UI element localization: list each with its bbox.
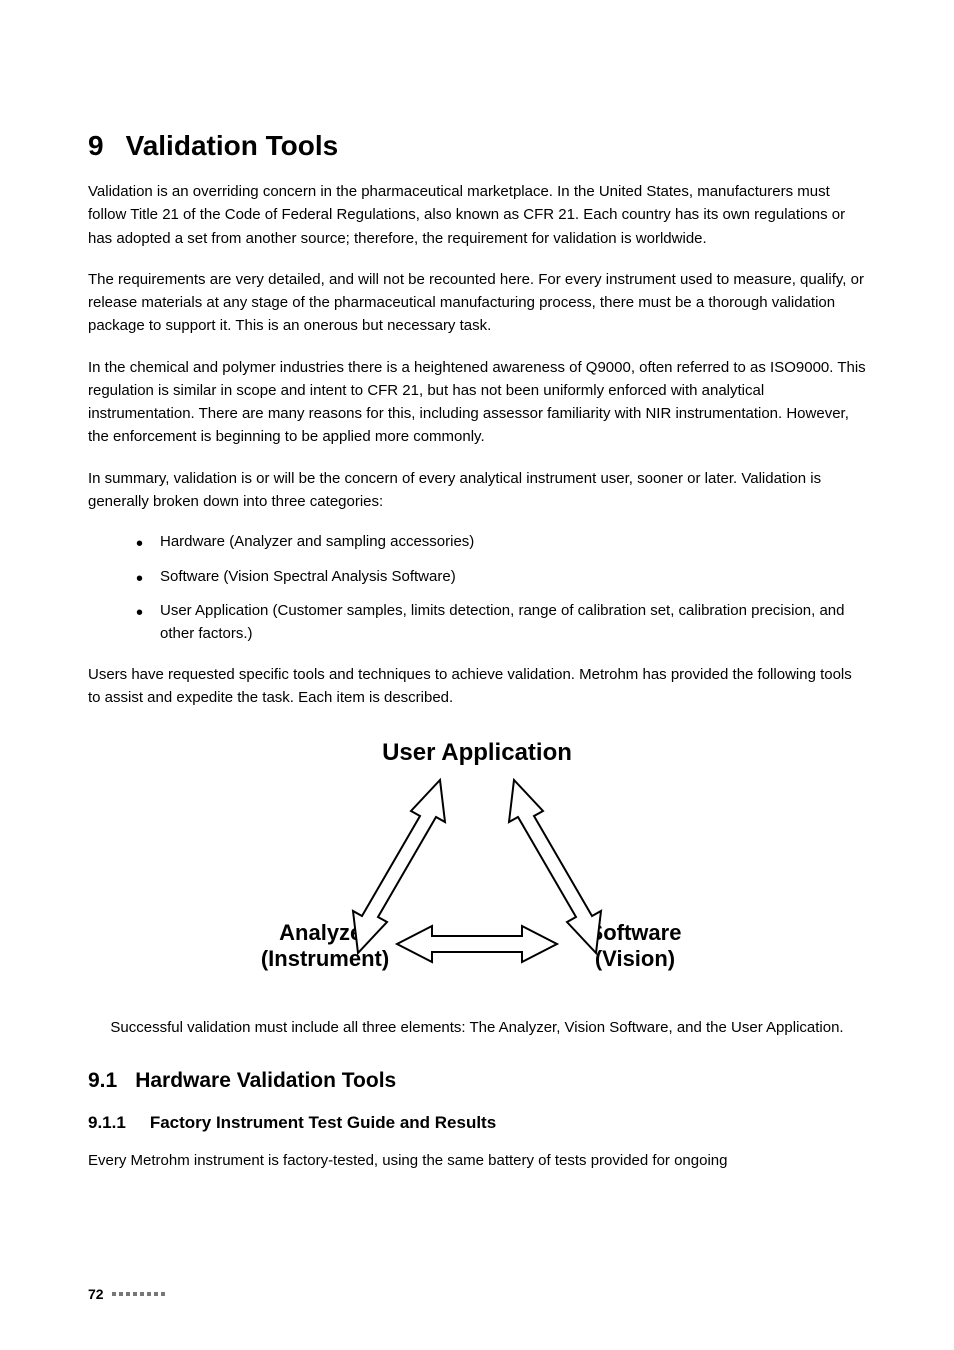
diagram-caption: Successful validation must include all t… — [107, 1016, 847, 1039]
section-heading: 9 Validation Tools — [88, 130, 866, 162]
validation-diagram: User Application Analyzer (Instrument) S… — [88, 732, 866, 992]
bullet-item: Software (Vision Spectral Analysis Softw… — [136, 566, 866, 589]
h3-number: 9.1.1 — [88, 1113, 126, 1133]
body-para-2: The requirements are very detailed, and … — [88, 268, 866, 338]
subsection-heading: 9.1 Hardware Validation Tools — [88, 1069, 866, 1093]
h2-number: 9.1 — [88, 1069, 117, 1093]
bullet-list: Hardware (Analyzer and sampling accessor… — [88, 531, 866, 645]
body-para-4: In summary, validation is or will be the… — [88, 467, 866, 514]
h3-title: Factory Instrument Test Guide and Result… — [150, 1113, 496, 1132]
diagram-left-label-2: (Instrument) — [261, 946, 389, 971]
footer-dots-icon — [112, 1292, 165, 1296]
heading-number: 9 — [88, 130, 104, 162]
bullet-item: User Application (Customer samples, limi… — [136, 600, 866, 645]
body-para-1: Validation is an overriding concern in t… — [88, 180, 866, 250]
heading-title: Validation Tools — [126, 130, 339, 161]
diagram-right-label-1: Software — [589, 920, 682, 945]
body-para-6: Every Metrohm instrument is factory-test… — [88, 1149, 866, 1172]
page-footer: 72 — [88, 1286, 165, 1302]
body-para-5: Users have requested specific tools and … — [88, 663, 866, 710]
body-para-3: In the chemical and polymer industries t… — [88, 356, 866, 449]
arrow-bottom-icon — [397, 926, 557, 962]
diagram-top-label: User Application — [382, 739, 572, 766]
bullet-item: Hardware (Analyzer and sampling accessor… — [136, 531, 866, 554]
diagram-right-label-2: (Vision) — [595, 946, 675, 971]
subsubsection-heading: 9.1.1 Factory Instrument Test Guide and R… — [88, 1113, 866, 1133]
page-number: 72 — [88, 1286, 104, 1302]
h2-title: Hardware Validation Tools — [135, 1069, 396, 1092]
